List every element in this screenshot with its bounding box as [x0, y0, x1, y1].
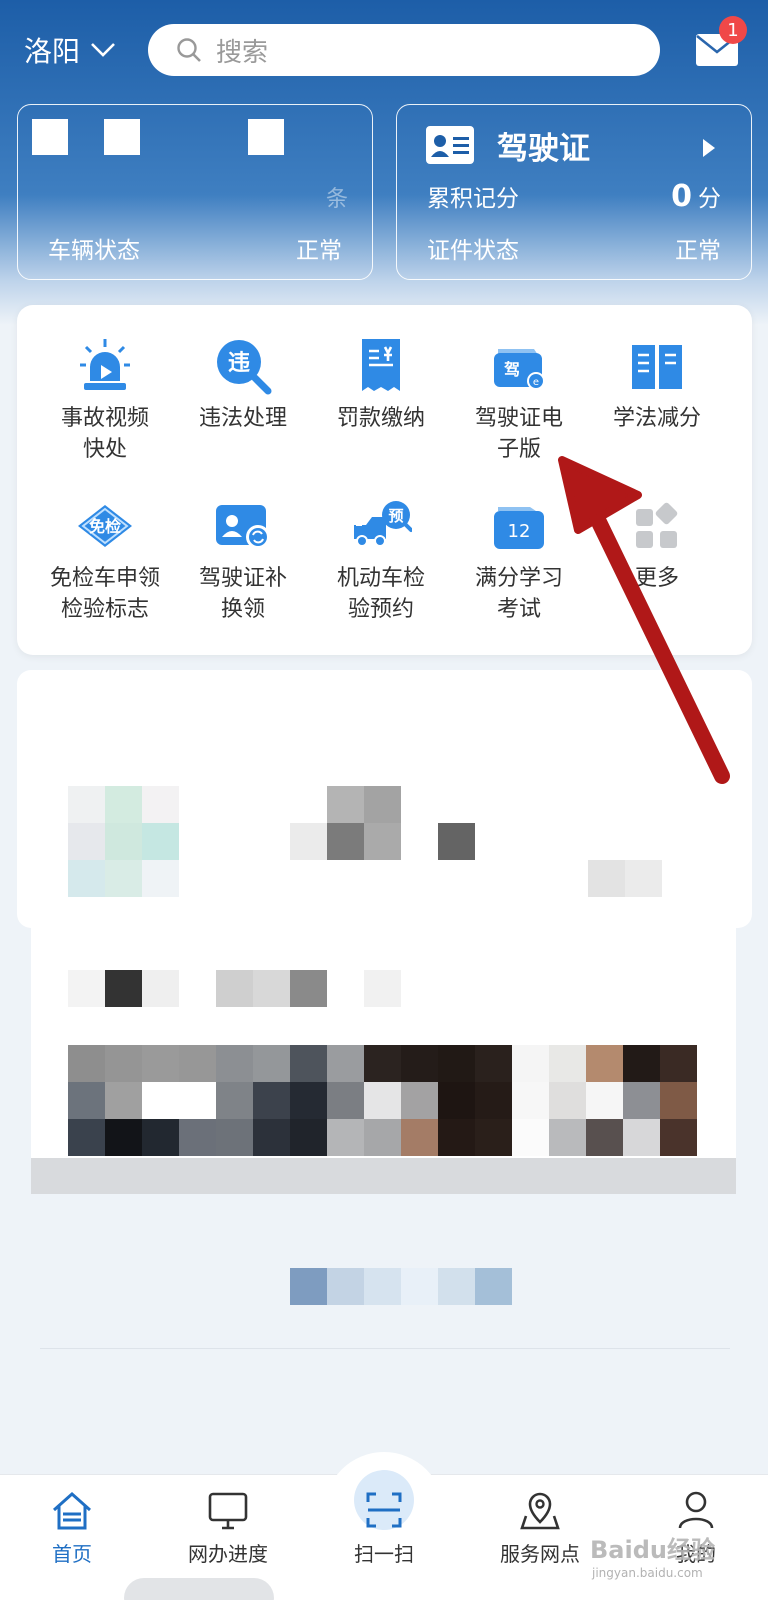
service-label: 事故视频 快处	[60, 406, 149, 462]
map-pin-icon	[520, 1492, 560, 1530]
redacted-block	[32, 119, 68, 155]
service-violation[interactable]: 违 违法处理	[174, 335, 312, 434]
service-label: 驾驶证电 子版	[474, 406, 563, 462]
e-license-wallet-icon: 驾 e	[494, 349, 545, 390]
license-status-label: 证件状态	[427, 238, 519, 264]
scan-icon	[366, 1492, 402, 1528]
vehicle-status-value: 正常	[296, 238, 342, 264]
service-label: 满分学习 考试	[474, 566, 563, 622]
points-unit: 分	[698, 186, 721, 212]
city-name: 洛阳	[24, 35, 81, 68]
violation-search-icon: 违	[217, 340, 272, 395]
user-icon	[678, 1491, 714, 1529]
search-icon	[177, 38, 201, 62]
svg-text:违: 违	[228, 350, 250, 376]
search-placeholder: 搜索	[216, 37, 269, 68]
service-full-score-exam[interactable]: 12 满分学习 考试	[450, 495, 588, 625]
service-license-replacement[interactable]: 驾驶证补 换领	[174, 495, 312, 625]
service-label: 罚款缴纳	[336, 406, 425, 431]
service-vehicle-inspection[interactable]: 预 机动车检 验预约	[312, 495, 450, 625]
service-exempt-inspection[interactable]: 免检 免检车申领 检验标志	[36, 495, 174, 625]
redacted-block	[248, 119, 284, 155]
city-selector[interactable]: 洛阳	[24, 30, 116, 70]
svg-text:12: 12	[508, 521, 531, 542]
monitor-icon	[208, 1492, 248, 1530]
service-fine-payment[interactable]: 罚款缴纳	[312, 335, 450, 434]
fine-receipt-icon	[362, 339, 400, 391]
svg-text:预: 预	[388, 507, 403, 525]
service-label: 驾驶证补 换领	[198, 566, 287, 622]
service-more[interactable]: 更多	[588, 495, 726, 594]
calendar-12-icon: 12	[494, 507, 544, 549]
watermark: Baidu经验	[590, 1536, 715, 1564]
nav-label: 服务网点	[500, 1542, 580, 1566]
svg-text:免检: 免检	[89, 517, 121, 536]
truck-appointment-icon: 预	[354, 501, 412, 547]
service-accident-video[interactable]: 事故视频 快处	[36, 335, 174, 465]
more-grid-icon	[636, 502, 678, 548]
points-label: 累积记分	[427, 186, 519, 212]
license-replace-icon	[216, 505, 270, 549]
search-input[interactable]: 搜索	[148, 24, 660, 76]
svg-text:驾: 驾	[503, 360, 520, 379]
exempt-badge-icon: 免检	[78, 505, 132, 547]
unread-badge: 1	[719, 16, 747, 44]
open-book-icon	[632, 345, 682, 389]
violation-count-unit: 条	[325, 187, 348, 212]
redacted-block	[104, 119, 140, 155]
divider-strip	[31, 1158, 736, 1194]
license-card-icon	[426, 126, 474, 164]
chevron-down-icon	[91, 43, 115, 57]
nav-label: 首页	[52, 1542, 92, 1566]
services-panel: 事故视频 快处 违 违法处理 罚款缴纳 驾 e 驾驶证电 子版 学法减分 免检 …	[17, 305, 752, 655]
vehicle-status-label: 车辆状态	[48, 238, 140, 264]
license-status-value: 正常	[675, 238, 721, 264]
service-e-license[interactable]: 驾 e 驾驶证电 子版	[450, 335, 588, 465]
svg-text:e: e	[533, 377, 539, 388]
service-label: 免检车申领 检验标志	[49, 566, 160, 622]
service-label: 更多	[634, 566, 679, 591]
service-label: 机动车检 验预约	[336, 566, 425, 622]
chevron-right-icon	[703, 139, 715, 157]
license-title: 驾驶证	[497, 131, 590, 167]
service-study-reduce-points[interactable]: 学法减分	[588, 335, 726, 434]
points-value: 0	[671, 179, 692, 214]
service-label: 违法处理	[198, 406, 287, 431]
service-label: 学法减分	[612, 406, 701, 431]
watermark-url: jingyan.baidu.com	[592, 1566, 703, 1580]
nav-label: 扫一扫	[354, 1542, 414, 1566]
divider	[40, 1348, 730, 1349]
driver-license-card[interactable]: 驾驶证 累积记分 0分 证件状态 正常	[396, 104, 752, 280]
nav-home[interactable]: 首页	[12, 1488, 132, 1567]
siren-icon	[80, 339, 130, 390]
nav-service-points[interactable]: 服务网点	[480, 1488, 600, 1567]
nav-progress[interactable]: 网办进度	[168, 1488, 288, 1567]
vehicle-card[interactable]: 条 车辆状态 正常	[17, 104, 373, 280]
home-icon	[53, 1491, 91, 1530]
home-indicator	[124, 1578, 274, 1600]
nav-scan[interactable]: 扫一扫	[324, 1488, 444, 1567]
nav-label: 网办进度	[188, 1542, 268, 1566]
